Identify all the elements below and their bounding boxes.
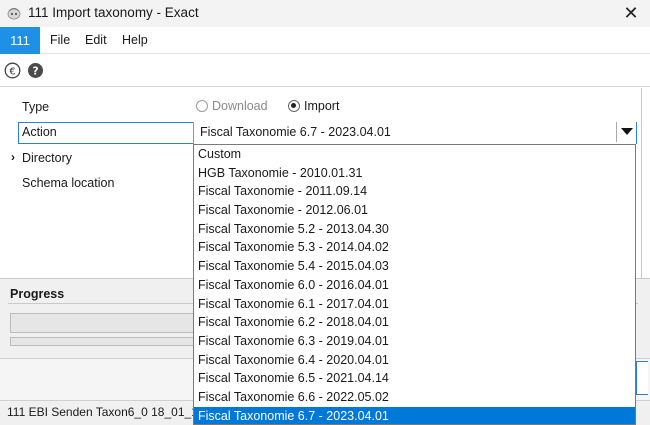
dropdown-arrow-icon[interactable] <box>616 122 636 142</box>
company-badge[interactable]: 111 <box>0 27 40 54</box>
app-icon <box>7 8 21 20</box>
menu-bar: 111 File Edit Help <box>0 27 650 54</box>
close-button[interactable]: ✕ <box>620 2 642 24</box>
dropdown-option[interactable]: Fiscal Taxonomie 6.7 - 2023.04.01 <box>194 406 635 424</box>
radio-download-label: Download <box>212 99 268 113</box>
action-label: Action <box>22 125 57 139</box>
euro-icon[interactable]: € <box>4 62 21 79</box>
schema-location-label: Schema location <box>22 176 115 190</box>
euro-glyph: € <box>9 66 15 77</box>
type-label: Type <box>22 100 50 114</box>
dropdown-option[interactable]: Fiscal Taxonomie 6.3 - 2019.04.01 <box>194 332 635 351</box>
progress-bar-secondary <box>10 337 195 346</box>
radio-import[interactable]: Import <box>288 99 339 113</box>
status-text: 111 EBI Senden Taxon6_0 18_01_18 <box>7 405 205 419</box>
dropdown-option[interactable]: Fiscal Taxonomie 5.2 - 2013.04.30 <box>194 220 635 239</box>
dropdown-option[interactable]: Fiscal Taxonomie 6.1 - 2017.04.01 <box>194 295 635 314</box>
dropdown-option[interactable]: Fiscal Taxonomie 5.3 - 2014.04.02 <box>194 238 635 257</box>
title-bar: 111 Import taxonomy - Exact ✕ <box>0 0 650 27</box>
progress-title: Progress <box>10 287 65 301</box>
dropdown-option[interactable]: Fiscal Taxonomie - 2011.09.14 <box>194 182 635 201</box>
dropdown-option[interactable]: Fiscal Taxonomie 6.6 - 2022.05.02 <box>194 388 635 407</box>
progress-bar <box>10 313 195 333</box>
dropdown-option[interactable]: Fiscal Taxonomie 6.4 - 2020.04.01 <box>194 351 635 370</box>
dropdown-option[interactable]: Custom <box>194 145 635 164</box>
action-combobox-value: Fiscal Taxonomie 6.7 - 2023.04.01 <box>200 125 391 139</box>
directory-label: Directory <box>22 151 73 165</box>
window-title: 111 Import taxonomy - Exact <box>28 5 199 20</box>
menu-help[interactable]: Help <box>122 27 148 54</box>
radio-download[interactable]: Download <box>196 99 268 113</box>
dropdown-option[interactable]: HGB Taxonomie - 2010.01.31 <box>194 164 635 183</box>
menu-file[interactable]: File <box>50 27 70 54</box>
default-button[interactable] <box>636 361 648 395</box>
toolbar: € ? <box>0 55 650 87</box>
dropdown-option[interactable]: Fiscal Taxonomie 6.2 - 2018.04.01 <box>194 313 635 332</box>
action-combobox[interactable]: Fiscal Taxonomie 6.7 - 2023.04.01 <box>193 122 636 144</box>
dropdown-option[interactable]: Fiscal Taxonomie 6.5 - 2021.04.14 <box>194 369 635 388</box>
help-glyph: ? <box>32 66 38 78</box>
chevron-right-icon[interactable]: › <box>11 150 15 164</box>
dropdown-option[interactable]: Fiscal Taxonomie 5.4 - 2015.04.03 <box>194 257 635 276</box>
radio-import-circle <box>288 100 300 112</box>
menu-edit[interactable]: Edit <box>85 27 107 54</box>
action-dropdown-list[interactable]: Custom HGB Taxonomie - 2010.01.31 Fiscal T… <box>193 144 636 425</box>
radio-import-label: Import <box>304 99 340 113</box>
dropdown-option[interactable]: Fiscal Taxonomie - 2012.06.01 <box>194 201 635 220</box>
radio-download-circle <box>196 100 208 112</box>
dropdown-option[interactable]: Fiscal Taxonomie 6.0 - 2016.04.01 <box>194 276 635 295</box>
help-icon[interactable]: ? <box>27 62 44 79</box>
field-border <box>641 88 642 278</box>
